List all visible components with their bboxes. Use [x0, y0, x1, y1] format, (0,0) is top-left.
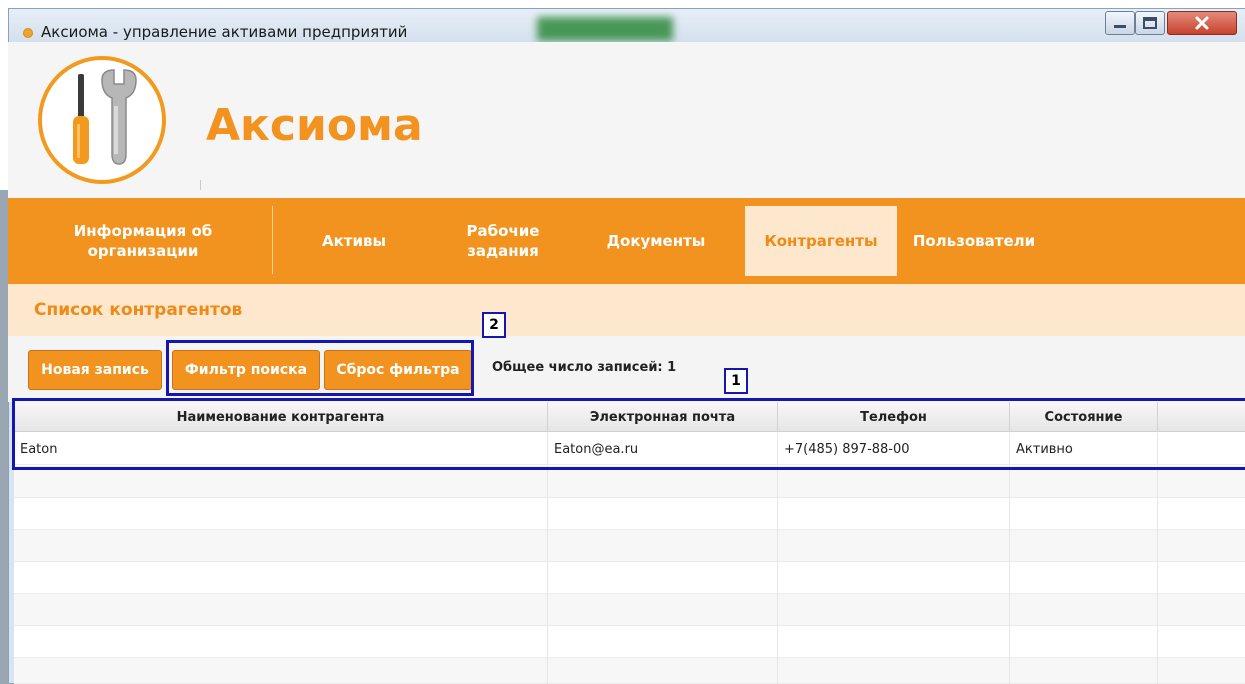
- callout-number-1: 1: [724, 368, 748, 394]
- callout-number-2: 2: [482, 312, 506, 338]
- nav-item-work-orders[interactable]: Рабочие задания: [448, 198, 558, 284]
- header-divider: [200, 180, 201, 190]
- empty-row: [14, 466, 1245, 498]
- app-status-icon: [23, 28, 33, 38]
- nav-separator: [272, 206, 273, 274]
- maximize-icon: [1143, 17, 1157, 29]
- nav-item-documents[interactable]: Документы: [586, 198, 726, 284]
- nav-item-label: Активы: [321, 232, 387, 250]
- callout-box-filter-buttons: [166, 340, 474, 396]
- empty-row: [14, 594, 1245, 626]
- empty-row: [14, 498, 1245, 530]
- callout-box-table: [12, 398, 1245, 470]
- close-button[interactable]: [1167, 11, 1237, 35]
- minimize-icon: [1114, 25, 1126, 28]
- nav-item-label: Документы: [606, 232, 706, 250]
- blurred-title-region: [537, 17, 673, 41]
- brand-title: Аксиома: [206, 100, 423, 151]
- window-title: Аксиома - управление активами предприяти…: [41, 23, 408, 41]
- app-header: Аксиома: [8, 42, 1245, 198]
- empty-row: [14, 562, 1245, 594]
- nav-item-label: организации: [87, 242, 199, 260]
- page-title: Список контрагентов: [34, 300, 243, 320]
- main-nav: Информация об организации Активы Рабочие…: [8, 198, 1245, 284]
- nav-item-label: задания: [467, 242, 539, 260]
- nav-item-organization-info[interactable]: Информация об организации: [32, 198, 254, 284]
- nav-item-users[interactable]: Пользователи: [904, 198, 1044, 284]
- new-record-button[interactable]: Новая запись: [28, 350, 162, 390]
- maximize-button[interactable]: [1135, 11, 1165, 35]
- list-header: Список контрагентов: [8, 284, 1245, 336]
- nav-item-label: Пользователи: [912, 232, 1036, 250]
- screwdriver-wrench-icon: [73, 69, 137, 165]
- empty-row: [14, 626, 1245, 658]
- nav-item-label: Контрагенты: [764, 232, 878, 250]
- nav-item-label: Информация об: [73, 222, 213, 240]
- empty-row: [14, 658, 1245, 684]
- minimize-button[interactable]: [1105, 11, 1135, 35]
- close-icon: [1195, 16, 1209, 30]
- empty-row: [14, 530, 1245, 562]
- logo: [38, 56, 166, 184]
- nav-item-assets[interactable]: Активы: [298, 198, 410, 284]
- nav-item-counterparties[interactable]: Контрагенты: [745, 206, 897, 276]
- total-records-count: Общее число записей: 1: [492, 360, 677, 375]
- window-left-border: [0, 190, 8, 684]
- nav-item-label: Рабочие: [466, 222, 540, 240]
